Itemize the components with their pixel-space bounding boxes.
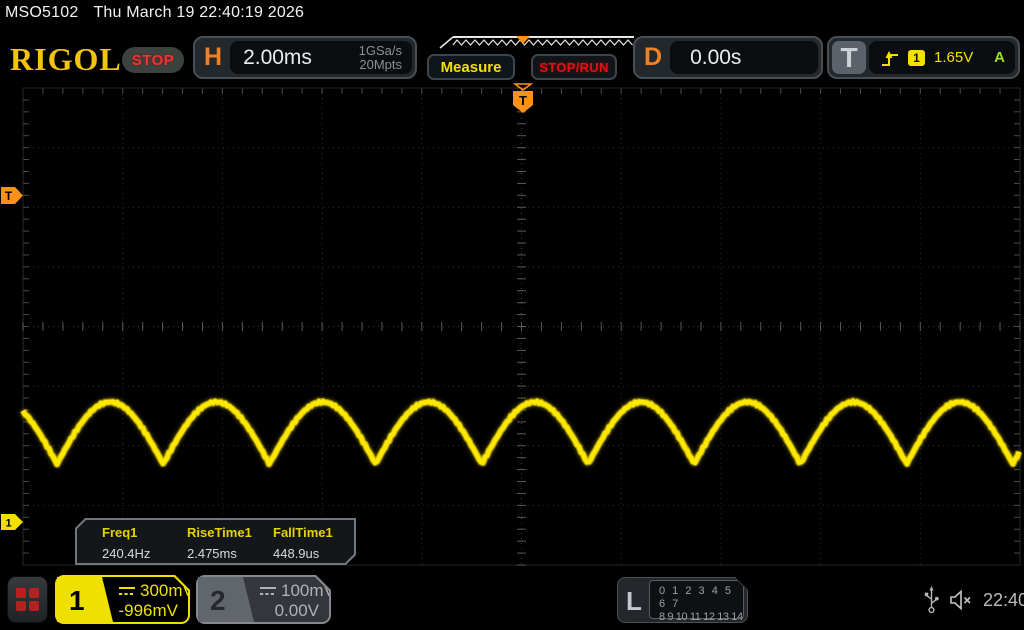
logic-label: L <box>626 586 642 616</box>
svg-text:T: T <box>519 93 527 108</box>
logic-channels-status[interactable]: L 0 1 2 3 4 5 6 7 8 9 10 11 12 13 14 15 <box>617 577 748 623</box>
channel2-scale: 100mV <box>260 581 335 601</box>
trigger-level-marker[interactable]: T <box>1 187 23 204</box>
dc-coupling-icon <box>260 586 276 596</box>
channel1-offset: -996mV <box>118 601 178 620</box>
clock: 22:40 <box>983 589 1024 610</box>
svg-text:1: 1 <box>5 518 11 530</box>
channel2-offset: 0.00V <box>274 601 319 620</box>
menu-button[interactable] <box>7 576 48 623</box>
ch1-ground-marker[interactable]: 1 <box>1 514 23 530</box>
oscilloscope-screen: MSO5102 Thu March 19 22:40:19 2026 RIGOL… <box>0 0 1024 630</box>
trigger-position-marker[interactable]: T <box>512 83 534 113</box>
channel1-scale: 300mV <box>119 581 194 601</box>
menu-grid-icon <box>16 588 39 611</box>
dc-coupling-icon <box>119 586 135 596</box>
speaker-muted-icon[interactable] <box>948 589 974 611</box>
measurement-freq1: Freq1 240.4Hz <box>102 525 151 561</box>
measurement-panel[interactable]: Freq1 240.4Hz RiseTime1 2.475ms FallTime… <box>75 518 356 565</box>
channel1-tab <box>57 577 113 622</box>
measurement-falltime1: FallTime1 448.9us <box>273 525 333 561</box>
channel1-number: 1 <box>69 585 85 616</box>
svg-text:T: T <box>5 189 13 203</box>
measurement-risetime1: RiseTime1 2.475ms <box>187 525 252 561</box>
channel1-status[interactable]: 1 300mV -996mV <box>55 575 190 624</box>
usb-icon <box>924 586 939 614</box>
channel2-number: 2 <box>210 585 226 616</box>
logic-channel-numbers: 0 1 2 3 4 5 6 7 8 9 10 11 12 13 14 15 <box>649 580 744 619</box>
channel2-tab <box>198 577 254 622</box>
channel2-status[interactable]: 2 100mV 0.00V <box>196 575 331 624</box>
